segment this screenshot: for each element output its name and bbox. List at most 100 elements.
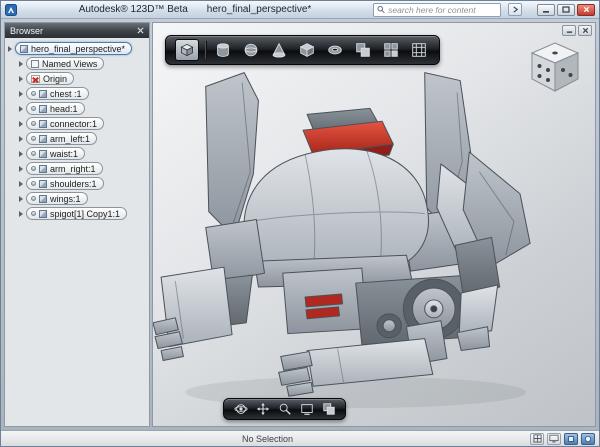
pin-icon (31, 136, 36, 141)
tree-item-label: connector:1 (50, 119, 97, 129)
pattern-icon[interactable] (380, 39, 402, 61)
display-settings-icon[interactable] (320, 401, 337, 417)
component-icon (39, 105, 47, 113)
tree-item-named-views[interactable]: Named Views (19, 57, 146, 70)
tree-item-spigot-copy[interactable]: spigot[1] Copy1:1 (19, 207, 146, 220)
expander-icon[interactable] (19, 61, 23, 67)
orbit-icon[interactable] (232, 401, 249, 417)
tree-item-label: arm_left:1 (50, 134, 90, 144)
document-window-controls (562, 25, 592, 36)
box-icon[interactable] (296, 39, 318, 61)
expander-icon[interactable] (19, 106, 23, 112)
tree-item-arm-left[interactable]: arm_left:1 (19, 132, 146, 145)
search-icon (377, 5, 385, 14)
expander-icon[interactable] (19, 151, 23, 157)
tree-item-label: shoulders:1 (50, 179, 97, 189)
help-icon[interactable] (581, 433, 595, 445)
fit-view-icon[interactable] (298, 401, 315, 417)
document-title: hero_final_perspective* (207, 4, 312, 15)
pin-icon (31, 181, 36, 186)
close-button[interactable] (577, 4, 595, 16)
app-window: Autodesk® 123D™ Beta hero_final_perspect… (0, 0, 600, 447)
pin-icon (31, 151, 36, 156)
panel-close-icon[interactable] (137, 27, 144, 34)
search-input[interactable] (388, 5, 497, 15)
component-icon (39, 120, 47, 128)
expander-icon[interactable] (19, 136, 23, 142)
pin-icon (31, 121, 36, 126)
search-go-button[interactable] (508, 3, 522, 16)
pin-icon (31, 106, 36, 111)
title-bar: Autodesk® 123D™ Beta hero_final_perspect… (1, 1, 599, 19)
tree-item-shoulders[interactable]: shoulders:1 (19, 177, 146, 190)
tree-item-label: spigot[1] Copy1:1 (50, 209, 120, 219)
main-toolbar (165, 35, 440, 65)
tree-item-chest[interactable]: chest :1 (19, 87, 146, 100)
expander-icon[interactable] (19, 76, 23, 82)
component-icon (39, 150, 47, 158)
content-search (373, 3, 501, 17)
cylinder-icon[interactable] (212, 39, 234, 61)
grid-snap-icon[interactable] (530, 433, 544, 445)
tree-item-connector[interactable]: connector:1 (19, 117, 146, 130)
tree-item-label: Named Views (42, 59, 97, 69)
origin-hidden-icon (31, 75, 40, 83)
component-icon (39, 165, 47, 173)
browser-panel-title: Browser (10, 26, 43, 36)
component-icon (39, 210, 47, 218)
expander-icon[interactable] (19, 196, 23, 202)
pin-icon (31, 166, 36, 171)
tree-item-head[interactable]: head:1 (19, 102, 146, 115)
tree-item-label: Origin (43, 74, 67, 84)
tree-item-waist[interactable]: waist:1 (19, 147, 146, 160)
maximize-button[interactable] (557, 4, 575, 16)
tree-item-label: arm_right:1 (50, 164, 96, 174)
main-area: Browser hero_final_perspective* (1, 19, 599, 430)
minimize-button[interactable] (537, 4, 555, 16)
expander-icon[interactable] (8, 46, 12, 52)
tree-item-arm-right[interactable]: arm_right:1 (19, 162, 146, 175)
tree-item-root[interactable]: hero_final_perspective* (8, 42, 146, 55)
expander-icon[interactable] (19, 181, 23, 187)
cone-icon[interactable] (268, 39, 290, 61)
status-bar: No Selection (1, 430, 599, 446)
tree-item-label: head:1 (50, 104, 78, 114)
selection-status: No Selection (242, 434, 293, 444)
pin-icon (31, 211, 36, 216)
expander-icon[interactable] (19, 91, 23, 97)
assembly-icon (20, 45, 28, 53)
pan-icon[interactable] (254, 401, 271, 417)
model-tree: hero_final_perspective* Named Views Orig… (5, 38, 149, 224)
zoom-icon[interactable] (276, 401, 293, 417)
window-controls (537, 4, 595, 16)
combine-icon[interactable] (352, 39, 374, 61)
tree-item-label: chest :1 (50, 89, 82, 99)
doc-close-button[interactable] (578, 25, 592, 36)
browser-panel-header: Browser (5, 23, 149, 38)
view-cube[interactable] (527, 39, 585, 97)
display-monitor-icon[interactable] (547, 433, 561, 445)
viewport[interactable] (152, 22, 596, 427)
pin-icon (31, 91, 36, 96)
tree-item-wings[interactable]: wings:1 (19, 192, 146, 205)
tree-item-origin[interactable]: Origin (19, 72, 146, 85)
expander-icon[interactable] (19, 166, 23, 172)
tree-item-label: wings:1 (50, 194, 81, 204)
expander-icon[interactable] (19, 121, 23, 127)
component-icon (39, 90, 47, 98)
autodesk-logo-icon (5, 4, 17, 16)
app-menu-cube-icon[interactable] (175, 39, 199, 61)
component-icon (39, 135, 47, 143)
tree-item-label: hero_final_perspective* (31, 44, 125, 54)
status-icons (530, 433, 595, 445)
sphere-icon[interactable] (240, 39, 262, 61)
units-icon[interactable] (564, 433, 578, 445)
tree-item-label: waist:1 (50, 149, 78, 159)
browser-panel: Browser hero_final_perspective* (4, 22, 150, 427)
grid-icon[interactable] (408, 39, 430, 61)
doc-minimize-button[interactable] (562, 25, 576, 36)
torus-icon[interactable] (324, 39, 346, 61)
component-icon (39, 180, 47, 188)
app-title: Autodesk® 123D™ Beta (79, 4, 188, 15)
expander-icon[interactable] (19, 211, 23, 217)
